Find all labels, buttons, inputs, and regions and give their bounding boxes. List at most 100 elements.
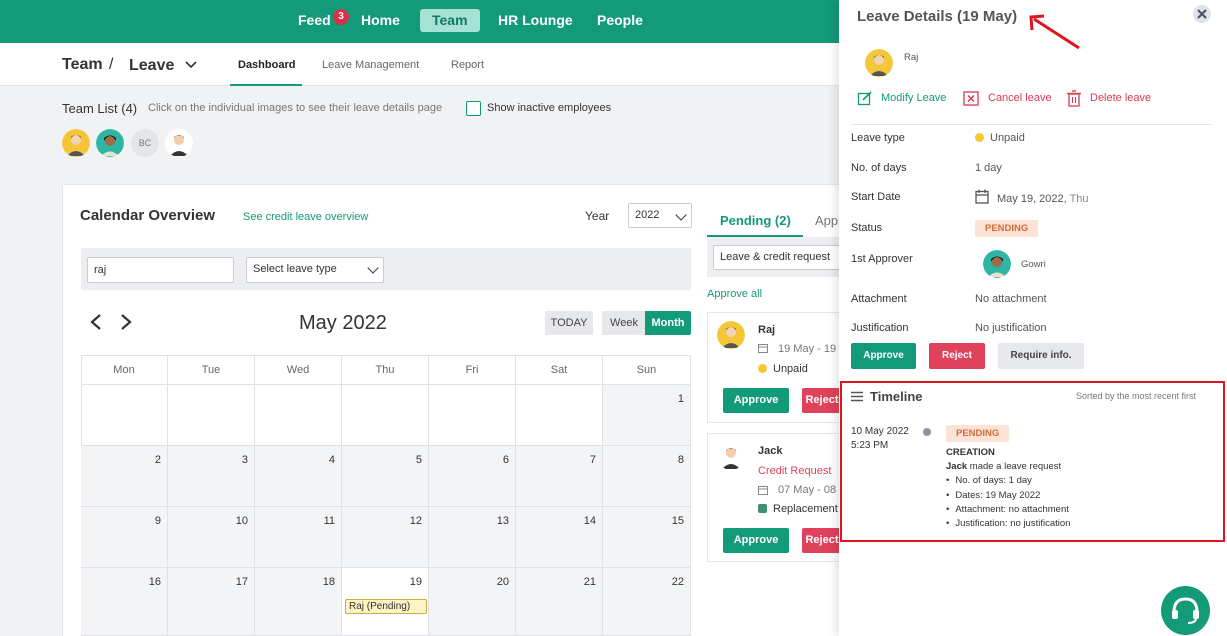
leave-type-text: Unpaid bbox=[990, 132, 1025, 144]
tab-dashboard-underline bbox=[230, 84, 302, 86]
calendar-day-cell[interactable]: 12 bbox=[342, 507, 429, 568]
avatar-gowri[interactable] bbox=[96, 129, 124, 157]
timeline-bullet: Dates: 19 May 2022 bbox=[946, 490, 1040, 501]
approver-avatar bbox=[983, 250, 1011, 278]
calendar-day-cell[interactable]: 17 bbox=[168, 568, 255, 636]
nav-hr-lounge[interactable]: HR Lounge bbox=[498, 0, 573, 43]
calendar-day-cell[interactable]: 18 bbox=[255, 568, 342, 636]
show-inactive-checkbox[interactable] bbox=[466, 101, 481, 116]
timeline-dot bbox=[923, 428, 931, 436]
annotation-arrow-icon bbox=[1029, 14, 1080, 50]
calendar-day-cell[interactable] bbox=[429, 385, 516, 446]
next-month-arrow-icon[interactable] bbox=[119, 313, 133, 331]
calendar-day-cell[interactable] bbox=[168, 385, 255, 446]
panel-approve-button[interactable]: Approve bbox=[851, 343, 916, 369]
weekday-header: Thu bbox=[342, 355, 429, 385]
cancel-leave-link[interactable]: Cancel leave bbox=[988, 92, 1052, 104]
require-info-button[interactable]: Require info. bbox=[998, 343, 1084, 369]
calendar-day-cell[interactable]: 15 bbox=[603, 507, 691, 568]
weekday-header: Sat bbox=[516, 355, 603, 385]
timeline-bullet: Attachment: no attachment bbox=[946, 504, 1069, 515]
timeline-time: 5:23 PM bbox=[851, 440, 889, 451]
calendar-day-cell[interactable]: 2 bbox=[81, 446, 168, 507]
calendar-day-cell[interactable]: 21 bbox=[516, 568, 603, 636]
approver-label: 1st Approver bbox=[851, 253, 913, 265]
tab-pending[interactable]: Pending (2) bbox=[720, 213, 791, 228]
calendar-icon bbox=[975, 189, 989, 204]
modify-leave-link[interactable]: Modify Leave bbox=[881, 92, 946, 104]
year-select[interactable]: 2022 bbox=[628, 203, 692, 228]
request-name-raj[interactable]: Raj bbox=[758, 324, 775, 336]
request-dates-jack: 07 May - 08 bbox=[778, 484, 837, 496]
timeline-bullet: Justification: no justification bbox=[946, 518, 1070, 529]
leave-type-select[interactable]: Select leave type bbox=[246, 257, 384, 283]
week-view-button[interactable]: Week bbox=[602, 311, 646, 335]
justification-label: Justification bbox=[851, 322, 909, 334]
timeline-action: Jack made a leave request bbox=[946, 461, 1061, 472]
avatar-initials[interactable]: BC bbox=[131, 129, 159, 157]
employee-search-input[interactable]: raj bbox=[87, 257, 234, 283]
nav-home[interactable]: Home bbox=[361, 0, 400, 43]
calendar-day-cell[interactable]: 5 bbox=[342, 446, 429, 507]
request-name-jack[interactable]: Jack bbox=[758, 445, 782, 457]
nav-feed[interactable]: Feed bbox=[298, 0, 331, 43]
tab-leave-management[interactable]: Leave Management bbox=[322, 59, 419, 71]
breadcrumb-root[interactable]: Team bbox=[62, 56, 103, 74]
start-date-label: Start Date bbox=[851, 191, 901, 203]
today-button[interactable]: TODAY bbox=[545, 311, 593, 335]
calendar-event-raj[interactable]: Raj (Pending) bbox=[345, 599, 427, 614]
calendar-day-cell[interactable]: 8 bbox=[603, 446, 691, 507]
tab-approved[interactable]: App bbox=[815, 213, 838, 228]
request-type-select[interactable]: Leave & credit request bbox=[713, 245, 848, 270]
calendar-day-cell[interactable]: 1 bbox=[603, 385, 691, 446]
calendar-day-cell[interactable]: 10 bbox=[168, 507, 255, 568]
month-view-button[interactable]: Month bbox=[645, 311, 691, 335]
calendar-day-cell[interactable]: 14 bbox=[516, 507, 603, 568]
prev-month-arrow-icon[interactable] bbox=[89, 313, 103, 331]
start-day-text: Thu bbox=[1069, 193, 1089, 205]
month-title: May 2022 bbox=[299, 312, 387, 334]
approve-button-jack[interactable]: Approve bbox=[723, 528, 789, 553]
calendar-day-cell[interactable] bbox=[342, 385, 429, 446]
calendar-day-cell[interactable] bbox=[516, 385, 603, 446]
calendar-day-cell[interactable]: 3 bbox=[168, 446, 255, 507]
calendar-icon bbox=[758, 486, 768, 495]
calendar-day-cell[interactable]: 16 bbox=[81, 568, 168, 636]
approve-button-raj[interactable]: Approve bbox=[723, 388, 789, 413]
reject-button-jack[interactable]: Reject bbox=[802, 528, 842, 553]
calendar-day-cell[interactable] bbox=[81, 385, 168, 446]
calendar-day-cell[interactable]: 7 bbox=[516, 446, 603, 507]
avatar-jack[interactable] bbox=[165, 129, 193, 157]
timeline-actor: Jack bbox=[946, 461, 968, 472]
tab-report[interactable]: Report bbox=[451, 59, 484, 71]
close-panel-button[interactable] bbox=[1193, 5, 1211, 23]
request-type-raj: Unpaid bbox=[758, 363, 808, 375]
avatar-raj[interactable] bbox=[62, 129, 90, 157]
breadcrumb-chevron-down-icon[interactable] bbox=[185, 60, 197, 70]
tab-dashboard[interactable]: Dashboard bbox=[238, 59, 295, 71]
approve-all-link[interactable]: Approve all bbox=[707, 288, 762, 300]
calendar-day-cell[interactable] bbox=[255, 385, 342, 446]
edit-icon bbox=[857, 91, 872, 106]
days-label: No. of days bbox=[851, 162, 907, 174]
reject-button-raj[interactable]: Reject bbox=[802, 388, 842, 413]
credit-leave-link[interactable]: See credit leave overview bbox=[243, 211, 368, 223]
cancel-icon bbox=[963, 91, 979, 106]
calendar-day-cell[interactable]: 6 bbox=[429, 446, 516, 507]
weekday-header: Tue bbox=[168, 355, 255, 385]
calendar-day-cell[interactable]: 11 bbox=[255, 507, 342, 568]
calendar-day-cell[interactable]: 20 bbox=[429, 568, 516, 636]
delete-leave-link[interactable]: Delete leave bbox=[1090, 92, 1151, 104]
calendar-day-cell[interactable]: 22 bbox=[603, 568, 691, 636]
attachment-label: Attachment bbox=[851, 293, 907, 305]
calendar-day-cell[interactable]: 9 bbox=[81, 507, 168, 568]
nav-people[interactable]: People bbox=[597, 0, 643, 43]
weekday-header: Fri bbox=[429, 355, 516, 385]
calendar-day-cell[interactable]: 13 bbox=[429, 507, 516, 568]
nav-team[interactable]: Team bbox=[420, 9, 480, 32]
leave-type-dot bbox=[758, 504, 767, 513]
calendar-day-cell[interactable]: 4 bbox=[255, 446, 342, 507]
chat-button[interactable] bbox=[1161, 586, 1210, 635]
status-badge: PENDING bbox=[975, 220, 1039, 237]
panel-reject-button[interactable]: Reject bbox=[929, 343, 985, 369]
